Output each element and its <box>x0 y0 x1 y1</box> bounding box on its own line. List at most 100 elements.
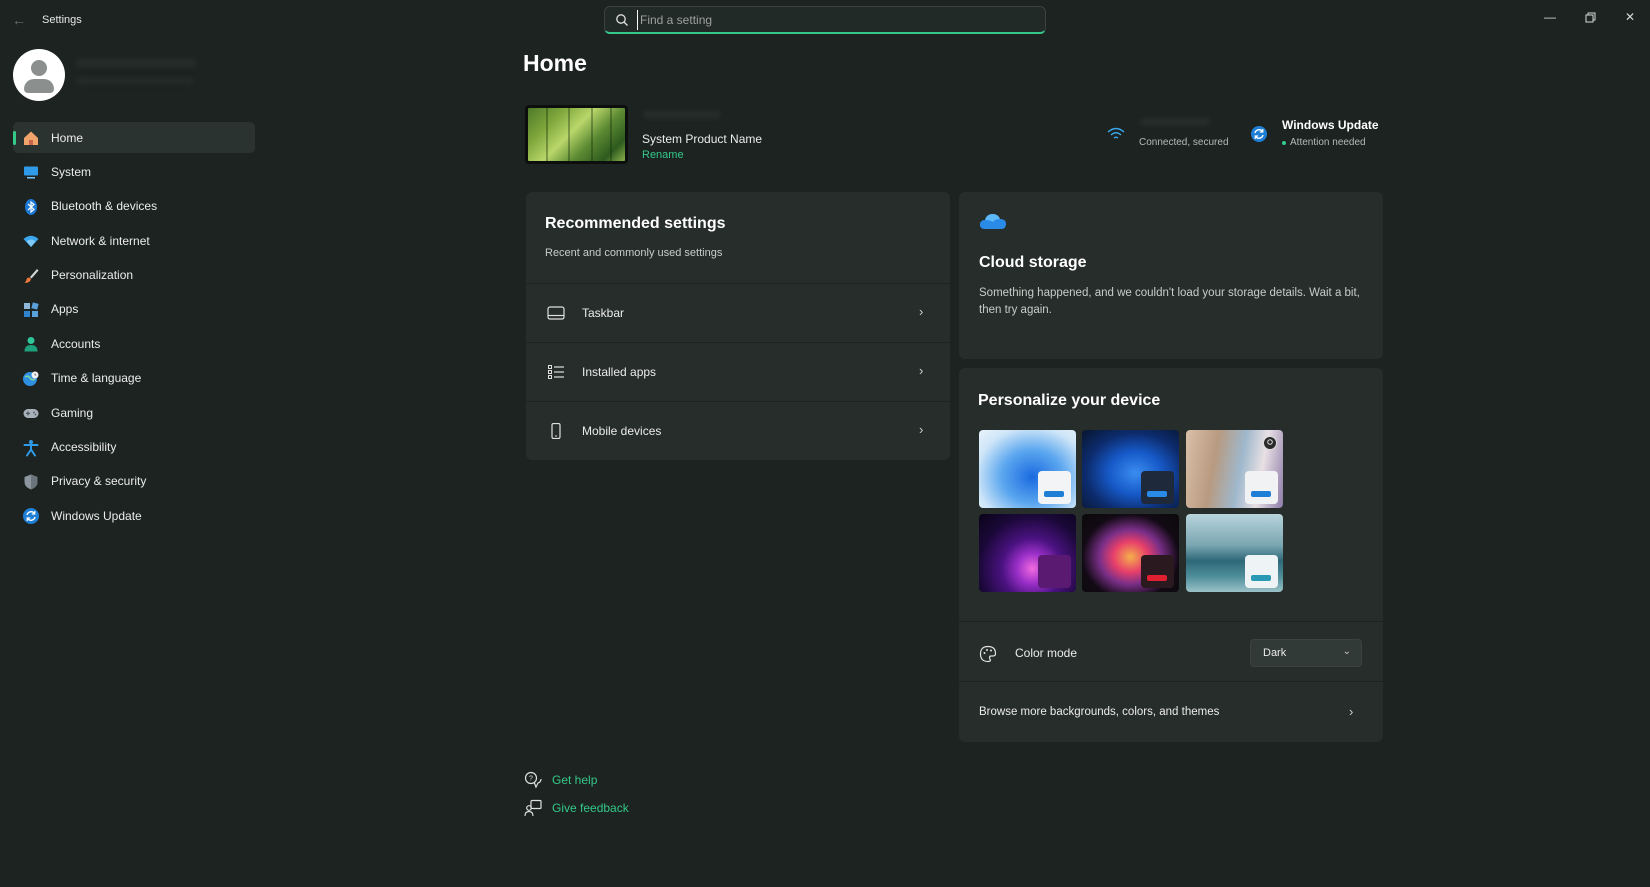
gamepad-icon <box>22 404 40 422</box>
chevron-right-icon[interactable]: › <box>1349 704 1353 719</box>
sidebar-item-home[interactable]: Home <box>13 122 255 153</box>
app-title: Settings <box>42 14 82 26</box>
sidebar-item-windows-update[interactable]: Windows Update <box>13 500 255 531</box>
globe-clock-icon <box>22 370 40 388</box>
search-icon <box>616 14 628 26</box>
search-box[interactable] <box>604 6 1046 34</box>
monitor-icon <box>22 163 40 181</box>
card-title: Personalize your device <box>978 392 1161 409</box>
recommended-item-installed-apps[interactable]: Installed apps › <box>526 342 950 400</box>
color-mode-label: Color mode <box>1015 646 1078 660</box>
personalize-card: Personalize your device Color mode Dark … <box>959 368 1383 742</box>
card-subtitle: Recent and commonly used settings <box>545 247 723 259</box>
sidebar-item-apps[interactable]: Apps <box>13 294 255 325</box>
person-icon <box>22 335 40 353</box>
card-title: Recommended settings <box>545 215 726 232</box>
sidebar-item-personalization[interactable]: Personalization <box>13 260 255 291</box>
sidebar-item-label: Network & internet <box>51 233 150 248</box>
theme-captured-motion[interactable] <box>1082 514 1179 592</box>
svg-text:?: ? <box>529 776 533 783</box>
get-help-label: Get help <box>552 773 598 787</box>
sidebar-item-label: System <box>51 164 92 179</box>
list-icon <box>548 365 564 379</box>
bluetooth-icon <box>22 198 40 216</box>
theme-glow[interactable] <box>979 514 1076 592</box>
recommended-item-label: Taskbar <box>582 306 625 320</box>
sidebar-item-label: Accounts <box>51 336 101 351</box>
get-help-link[interactable]: ? Get help <box>524 771 597 789</box>
chevron-right-icon: › <box>919 422 924 437</box>
brush-icon <box>22 267 40 285</box>
wifi-icon[interactable] <box>1106 126 1126 142</box>
cloud-storage-card: Cloud storage Something happened, and we… <box>959 192 1383 359</box>
theme-flow[interactable] <box>1186 514 1283 592</box>
network-status: Connected, secured <box>1139 137 1229 148</box>
device-wallpaper-thumbnail <box>525 105 628 164</box>
chevron-right-icon: › <box>919 363 924 378</box>
sidebar-item-accessibility[interactable]: Accessibility <box>13 432 255 463</box>
windows-update-status: Attention needed <box>1290 137 1366 148</box>
accessibility-icon <box>22 439 40 457</box>
network-name-redacted <box>1140 118 1210 126</box>
home-icon <box>22 129 40 147</box>
sidebar-item-label: Apps <box>51 302 79 317</box>
divider <box>959 621 1383 622</box>
sidebar-item-bluetooth[interactable]: Bluetooth & devices <box>13 191 255 222</box>
status-dot <box>1282 141 1286 145</box>
chevron-down-icon: ⌄ <box>1342 646 1351 657</box>
sidebar-nav: Home System Bluetooth & devices Network … <box>13 122 255 535</box>
shield-icon <box>22 473 40 491</box>
rename-link[interactable]: Rename <box>642 149 684 161</box>
taskbar-icon <box>547 306 565 320</box>
sidebar-item-network[interactable]: Network & internet <box>13 225 255 256</box>
onedrive-cloud-icon <box>979 214 1006 229</box>
palette-icon <box>979 645 997 663</box>
sidebar-item-label: Time & language <box>51 371 142 386</box>
windows-update-title[interactable]: Windows Update <box>1282 118 1379 132</box>
feedback-icon <box>524 799 542 817</box>
sidebar-item-label: Privacy & security <box>51 474 147 489</box>
recommended-item-taskbar[interactable]: Taskbar › <box>526 283 950 341</box>
phone-icon <box>551 423 561 439</box>
chevron-right-icon: › <box>919 304 924 319</box>
page-title: Home <box>523 50 587 76</box>
sidebar-item-label: Windows Update <box>51 508 142 523</box>
card-description: Something happened, and we couldn't load… <box>979 287 1360 316</box>
wifi-icon <box>22 232 40 250</box>
restore-icon[interactable] <box>1573 6 1607 28</box>
sidebar-item-accounts[interactable]: Accounts <box>13 328 255 359</box>
browse-themes-link[interactable]: Browse more backgrounds, colors, and the… <box>979 706 1219 718</box>
active-indicator <box>13 131 16 145</box>
account-name-redacted <box>76 58 196 68</box>
close-icon[interactable]: ✕ <box>1613 6 1647 28</box>
recommended-settings-card: Recommended settings Recent and commonly… <box>526 192 950 460</box>
search-input[interactable] <box>637 10 1033 30</box>
update-icon <box>22 507 40 525</box>
theme-windows-light[interactable] <box>979 430 1076 508</box>
color-mode-dropdown[interactable]: Dark ⌄ <box>1250 639 1362 667</box>
give-feedback-label: Give feedback <box>552 801 629 815</box>
sidebar-item-label: Accessibility <box>51 440 117 455</box>
sidebar-item-label: Home <box>51 130 84 145</box>
recommended-item-label: Mobile devices <box>582 424 662 438</box>
avatar[interactable] <box>13 49 65 101</box>
sidebar-item-label: Bluetooth & devices <box>51 199 158 214</box>
theme-spotlight[interactable] <box>1186 430 1283 508</box>
give-feedback-link[interactable]: Give feedback <box>524 799 629 817</box>
back-arrow-icon[interactable]: ← <box>12 12 28 28</box>
sidebar-item-gaming[interactable]: Gaming <box>13 397 255 428</box>
sidebar-item-label: Gaming <box>51 405 94 420</box>
minimize-icon[interactable]: — <box>1533 6 1567 28</box>
card-title: Cloud storage <box>979 254 1087 271</box>
theme-windows-dark[interactable] <box>1082 430 1179 508</box>
spotlight-icon <box>1263 436 1277 450</box>
device-name-redacted <box>643 110 721 119</box>
recommended-item-label: Installed apps <box>582 365 657 379</box>
help-chat-icon: ? <box>524 771 542 789</box>
update-icon[interactable] <box>1250 125 1268 143</box>
recommended-item-mobile-devices[interactable]: Mobile devices › <box>526 401 950 459</box>
sidebar-item-system[interactable]: System <box>13 156 255 187</box>
sidebar-item-time-language[interactable]: Time & language <box>13 363 255 394</box>
device-model: System Product Name <box>642 132 763 146</box>
sidebar-item-privacy[interactable]: Privacy & security <box>13 466 255 497</box>
